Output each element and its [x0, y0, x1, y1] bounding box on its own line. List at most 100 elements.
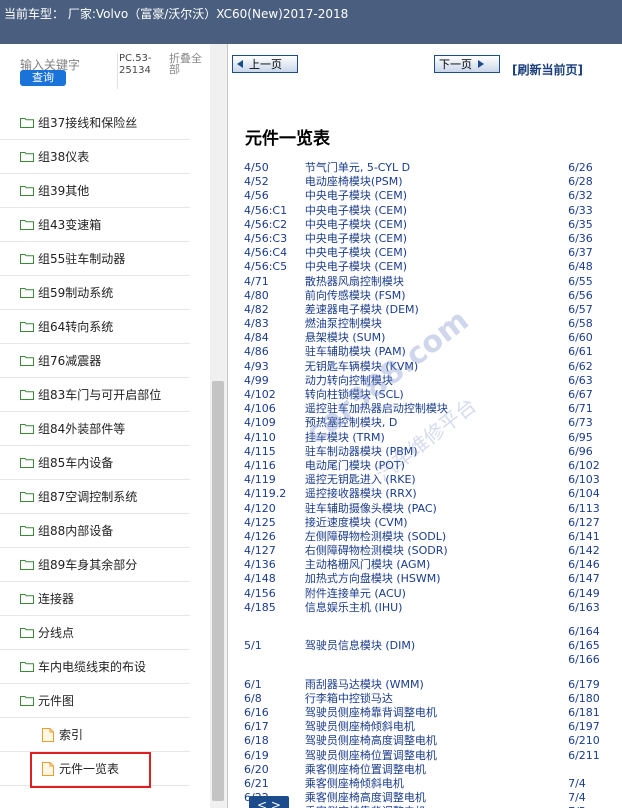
tree-item[interactable]: 组88内部设备	[0, 514, 190, 548]
refresh-page-link[interactable]: [刷新当前页]	[512, 61, 583, 78]
query-button[interactable]: 查询	[20, 70, 66, 86]
tree-item[interactable]: 组55驻车制动器	[0, 242, 190, 276]
component-row[interactable]: 6/21 乘客侧座椅倾斜电机 7/4	[244, 777, 604, 791]
component-row[interactable]: 6/22乘客侧座椅高度调整电机7/4	[244, 791, 604, 805]
component-row[interactable]: 4/127 右侧障碍物检测模块 (SODR) 6/142	[244, 544, 604, 558]
component-row[interactable]: 4/86 驻车辅助模块 (PAM) 6/61	[244, 345, 604, 359]
tree-item[interactable]: 组85车内设备	[0, 446, 190, 480]
component-name[interactable]: 差速器电子模块 (DEM)	[305, 303, 568, 317]
tree-sub-item[interactable]: 索引	[0, 718, 190, 752]
component-name[interactable]: 转向柱锁模块 (SCL)	[305, 388, 568, 402]
component-name[interactable]: 雨刮器马达模块 (WMM)	[305, 678, 568, 692]
component-name[interactable]: 预热塞控制模块, D	[305, 416, 568, 430]
component-row[interactable]: 4/93 无钥匙车辆模块 (KVM) 6/62	[244, 360, 604, 374]
component-row[interactable]: 4/106 遥控驻车加热器启动控制模块 6/71	[244, 402, 604, 416]
tree-item[interactable]: 连接器	[0, 582, 190, 616]
component-name[interactable]: 主动格栅风门模块 (AGM)	[305, 558, 568, 572]
component-row[interactable]: 4/156 附件连接单元 (ACU) 6/149	[244, 587, 604, 601]
next-page-button[interactable]: 下一页	[434, 55, 500, 73]
tree-item[interactable]: 组84外装部件等	[0, 412, 190, 446]
component-name[interactable]: 前向传感模块 (FSM)	[305, 289, 568, 303]
component-row[interactable]: 4/120 驻车辅助摄像头模块 (PAC) 6/113	[244, 502, 604, 516]
component-name[interactable]: 中央电子模块 (CEM)	[305, 246, 568, 260]
tree-item[interactable]: 元件图	[0, 684, 190, 718]
component-row[interactable]: 5/1 驾驶员信息模块 (DIM) 6/165	[244, 639, 604, 653]
component-name[interactable]: 悬架模块 (SUM)	[305, 331, 568, 345]
tree-item[interactable]: 组64转向系统	[0, 310, 190, 344]
component-row[interactable]: 4/125 接近速度模块 (CVM) 6/127	[244, 516, 604, 530]
component-name[interactable]: 驾驶员侧座椅高度调整电机	[305, 734, 568, 748]
component-row[interactable]: 4/99 动力转向控制模块 6/63	[244, 374, 604, 388]
component-row[interactable]: 6/18 驾驶员侧座椅高度调整电机 6/210	[244, 734, 604, 748]
left-scrollbar-thumb[interactable]	[212, 381, 224, 801]
tree-item[interactable]: 组89车身其余部分	[0, 548, 190, 582]
component-name[interactable]: 左侧障碍物检测模块 (SODL)	[305, 530, 568, 544]
component-name[interactable]: 附件连接单元 (ACU)	[305, 587, 568, 601]
component-name[interactable]: 行李箱中控锁马达	[305, 692, 568, 706]
component-row[interactable]: 4/116 电动尾门模块 (POT) 6/102	[244, 459, 604, 473]
component-row[interactable]: 6/20 乘客侧座椅位置调整电机	[244, 763, 604, 777]
component-name[interactable]	[305, 625, 568, 639]
component-name[interactable]: 驾驶员侧座椅靠背调整电机	[305, 706, 568, 720]
component-row[interactable]: 4/119.2 遥控接收器模块 (RRX) 6/104	[244, 487, 604, 501]
component-name[interactable]: 挂车模块 (TRM)	[305, 431, 568, 445]
component-name[interactable]: 信息娱乐主机 (IHU)	[305, 601, 568, 615]
component-row[interactable]: 4/84 悬架模块 (SUM) 6/60	[244, 331, 604, 345]
component-row[interactable]: 4/80 前向传感模块 (FSM) 6/56	[244, 289, 604, 303]
component-name[interactable]: 驻车制动器模块 (PBM)	[305, 445, 568, 459]
component-name[interactable]: 遥控无钥匙进入 (RKE)	[305, 473, 568, 487]
component-name[interactable]: 驻车辅助摄像头模块 (PAC)	[305, 502, 568, 516]
component-name[interactable]: 中央电子模块 (CEM)	[305, 189, 568, 203]
component-row[interactable]: 4/82 差速器电子模块 (DEM) 6/57	[244, 303, 604, 317]
component-name[interactable]: 电动座椅模块(PSM)	[305, 175, 568, 189]
component-row[interactable]: 6/17 驾驶员侧座椅倾斜电机 6/197	[244, 720, 604, 734]
component-name[interactable]: 加热式方向盘模块 (HSWM)	[305, 572, 568, 586]
component-row[interactable]: 6/19 驾驶员侧座椅位置调整电机 6/211	[244, 749, 604, 763]
component-name[interactable]: 遥控驻车加热器启动控制模块	[305, 402, 568, 416]
component-row[interactable]: 6/8 行李箱中控锁马达 6/180	[244, 692, 604, 706]
component-name[interactable]: 驾驶员侧座椅位置调整电机	[305, 749, 568, 763]
prev-page-button[interactable]: 上一页	[232, 55, 298, 73]
component-name[interactable]: 无钥匙车辆模块 (KVM)	[305, 360, 568, 374]
bottom-nav-button[interactable]: < >	[249, 796, 289, 808]
tree-item[interactable]: 分线点	[0, 616, 190, 650]
tree-item[interactable]: 组38仪表	[0, 140, 190, 174]
component-row[interactable]: 4/71 散热器风扇控制模块 6/55	[244, 275, 604, 289]
tree-item[interactable]: 组59制动系统	[0, 276, 190, 310]
tree-item[interactable]: 组76减震器	[0, 344, 190, 378]
component-name[interactable]: 乘客侧座椅位置调整电机	[305, 763, 568, 777]
component-name[interactable]: 动力转向控制模块	[305, 374, 568, 388]
component-row[interactable]: 4/83 燃油泵控制模块 6/58	[244, 317, 604, 331]
component-row[interactable]: 4/56:C2 中央电子模块 (CEM) 6/35	[244, 218, 604, 232]
component-name[interactable]: 驾驶员侧座椅倾斜电机	[305, 720, 568, 734]
tree-item[interactable]: 组83车门与可开启部位	[0, 378, 190, 412]
component-row[interactable]: 4/110 挂车模块 (TRM) 6/95	[244, 431, 604, 445]
component-name[interactable]: 遥控接收器模块 (RRX)	[305, 487, 568, 501]
component-name[interactable]: 驾驶员信息模块 (DIM)	[305, 639, 568, 653]
component-row[interactable]: 4/102 转向柱锁模块 (SCL) 6/67	[244, 388, 604, 402]
component-row[interactable]: 4/56:C3 中央电子模块 (CEM) 6/36	[244, 232, 604, 246]
tree-item[interactable]: 组39其他	[0, 174, 190, 208]
component-row[interactable]: 4/56:C1 中央电子模块 (CEM) 6/33	[244, 204, 604, 218]
component-name[interactable]: 节气门单元, 5-CYL D	[305, 161, 568, 175]
component-row[interactable]: 4/136 主动格栅风门模块 (AGM) 6/146	[244, 558, 604, 572]
left-scrollbar[interactable]	[210, 44, 227, 808]
component-row[interactable]: 4/52 电动座椅模块(PSM) 6/28	[244, 175, 604, 189]
component-row[interactable]: 6/166	[244, 653, 604, 667]
component-row[interactable]: 6/1 雨刮器马达模块 (WMM) 6/179	[244, 678, 604, 692]
keyword-input[interactable]: PC.53-25134	[117, 53, 165, 89]
component-name[interactable]: 驻车辅助模块 (PAM)	[305, 345, 568, 359]
collapse-all-link[interactable]: 折叠全部	[169, 53, 209, 75]
component-name[interactable]: 中央电子模块 (CEM)	[305, 232, 568, 246]
component-name[interactable]: 右侧障碍物检测模块 (SODR)	[305, 544, 568, 558]
tree-item[interactable]: 组37接线和保险丝	[0, 106, 190, 140]
component-row[interactable]: 6/16 驾驶员侧座椅靠背调整电机 6/181	[244, 706, 604, 720]
component-row[interactable]: 4/50 节气门单元, 5-CYL D 6/26	[244, 161, 604, 175]
component-row[interactable]: 4/56 中央电子模块 (CEM) 6/32	[244, 189, 604, 203]
component-row[interactable]: 4/56:C4 中央电子模块 (CEM) 6/37	[244, 246, 604, 260]
component-row[interactable]: 4/109 预热塞控制模块, D 6/73	[244, 416, 604, 430]
component-name[interactable]: 中央电子模块 (CEM)	[305, 218, 568, 232]
component-row[interactable]: 4/115 驻车制动器模块 (PBM) 6/96	[244, 445, 604, 459]
component-name[interactable]: 中央电子模块 (CEM)	[305, 204, 568, 218]
tree-item[interactable]: 车内电缆线束的布设	[0, 650, 190, 684]
